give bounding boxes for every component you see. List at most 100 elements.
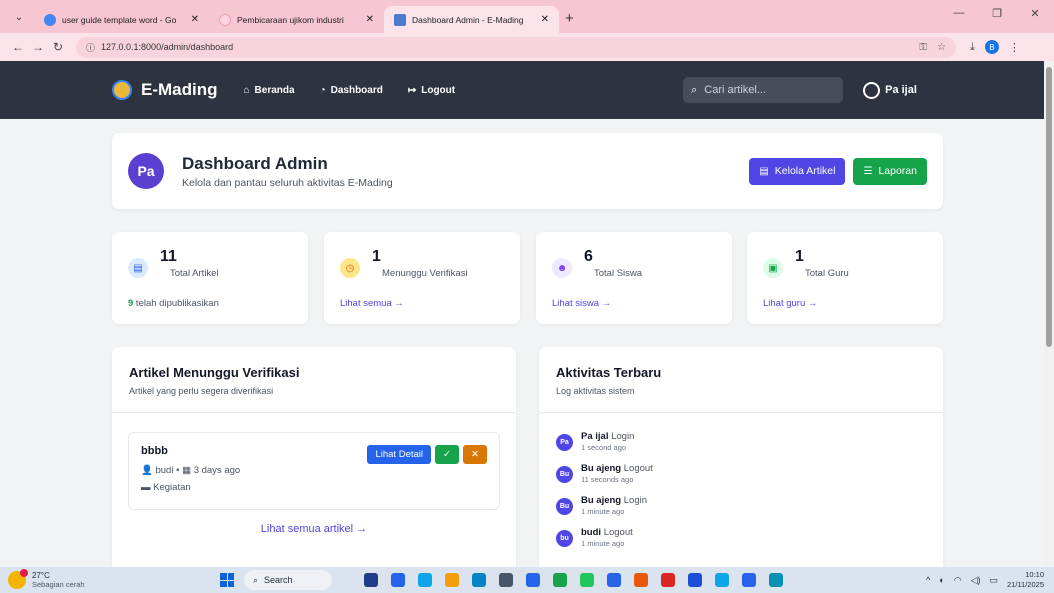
user-icon — [863, 81, 881, 99]
taskbar-app-icon[interactable] — [445, 573, 459, 587]
tab-close-icon[interactable]: ✕ — [366, 14, 374, 25]
user-menu[interactable]: Pa ijal — [863, 81, 917, 99]
system-clock[interactable]: 10:10 21/11/2025 — [1007, 570, 1044, 590]
taskbar-app-icon[interactable] — [553, 573, 567, 587]
weather-widget[interactable]: 27°C Sebagian cerah — [8, 569, 198, 589]
minimize-icon[interactable]: — — [940, 7, 978, 19]
taskbar-app-icon[interactable] — [526, 573, 540, 587]
restore-icon[interactable]: ❐ — [978, 7, 1016, 20]
browser-tab-1[interactable]: user guide template word - Go ✕ — [34, 6, 209, 33]
profile-avatar[interactable]: B — [984, 40, 999, 54]
clock-date: 21/11/2025 — [1007, 580, 1044, 589]
new-tab-button[interactable]: + — [565, 10, 574, 27]
activity-item: Bu Bu ajeng Login 1 minute ago — [556, 495, 926, 516]
reject-button[interactable]: ✕ — [463, 445, 487, 464]
activity-user: Bu ajeng — [581, 495, 622, 506]
taskbar-app-icon[interactable] — [607, 573, 621, 587]
taskbar-app-icon[interactable] — [391, 573, 405, 587]
panel-title: Artikel Menunggu Verifikasi — [129, 365, 300, 380]
taskbar-app-icon[interactable] — [364, 573, 378, 587]
taskbar-app-icon[interactable] — [580, 573, 594, 587]
taskbar-app-icon[interactable] — [742, 573, 756, 587]
tab-close-icon[interactable]: ✕ — [541, 14, 549, 25]
category-label: Kegiatan — [153, 482, 191, 493]
lihat-guru-link[interactable]: Lihat guru → — [763, 298, 817, 309]
browser-tabbar: ⌄ user guide template word - Go ✕ Pembic… — [0, 0, 1054, 33]
tab-title: user guide template word - Go — [62, 14, 177, 25]
stat-card-menunggu: ◷ 1 Menunggu Verifikasi Lihat semua → — [324, 232, 520, 324]
page-scrollbar[interactable] — [1044, 61, 1054, 567]
tab-search-icon[interactable]: ⌄ — [8, 6, 30, 28]
lihat-detail-button[interactable]: Lihat Detail — [367, 445, 431, 464]
stat-value: 6 — [584, 248, 593, 265]
chart-icon: ☰ — [863, 165, 873, 177]
password-key-icon[interactable]: ⚿ — [919, 42, 927, 53]
search-icon: ⌕ — [691, 83, 698, 96]
clock-time: 10:10 — [1025, 570, 1044, 579]
close-window-icon[interactable]: ✕ — [1016, 7, 1054, 20]
user-name: Pa ijal — [885, 84, 917, 96]
volume-icon[interactable]: ◁) — [971, 575, 981, 586]
wifi-icon[interactable]: ◠ — [954, 575, 962, 586]
bookmark-star-icon[interactable]: ☆ — [937, 42, 946, 53]
tab-title: Dashboard Admin - E-Mading — [412, 14, 524, 25]
kelola-artikel-button[interactable]: ▤ Kelola Artikel — [749, 157, 846, 185]
browser-tab-3[interactable]: Dashboard Admin - E-Mading ✕ — [384, 6, 559, 33]
scrollbar-thumb[interactable] — [1046, 67, 1052, 347]
lihat-semua-link[interactable]: Lihat semua → — [340, 298, 404, 309]
newspaper-icon: ▤ — [128, 258, 148, 278]
approve-button[interactable]: ✓ — [435, 445, 459, 464]
users-icon: ☻ — [552, 258, 572, 278]
download-icon[interactable]: ⤓ — [970, 41, 975, 54]
tab-close-icon[interactable]: ✕ — [191, 14, 199, 25]
clock-icon: ◷ — [340, 258, 360, 278]
back-icon[interactable]: ← — [8, 40, 28, 54]
search-input[interactable]: ⌕ Cari artikel... — [683, 77, 844, 103]
lihat-siswa-link[interactable]: Lihat siswa → — [552, 298, 611, 309]
chevron-up-icon[interactable]: ^ — [926, 575, 930, 585]
stat-card-total-siswa: ☻ 6 Total Siswa Lihat siswa → — [536, 232, 732, 324]
address-bar[interactable]: ⓘ 127.0.0.1:8000/admin/dashboard ⚿ ☆ — [76, 36, 956, 58]
battery-icon[interactable]: ▭ — [990, 575, 999, 586]
activity-user: budi — [581, 527, 602, 538]
dashboard-header-card: Pa Dashboard Admin Kelola dan pantau sel… — [112, 133, 943, 209]
button-label: Laporan — [878, 165, 917, 177]
activity-event: Login — [623, 495, 648, 506]
folder-icon: ▬ — [141, 482, 151, 493]
browser-menu-icon[interactable]: ⋮ — [1009, 41, 1020, 54]
taskbar-app-icon[interactable] — [418, 573, 432, 587]
taskbar-app-icon[interactable] — [688, 573, 702, 587]
stat-value: 11 — [160, 248, 177, 265]
forward-icon[interactable]: → — [28, 40, 48, 54]
nav-link-beranda[interactable]: ⌂ Beranda — [244, 85, 295, 96]
avatar: Bu — [556, 498, 573, 515]
site-info-icon[interactable]: ⓘ — [86, 41, 95, 54]
page-viewport: E-Mading ⌂ Beranda ◔ Dashboard ↦ Logout … — [0, 61, 1054, 567]
user-icon: 👤 — [141, 465, 153, 476]
url-text: 127.0.0.1:8000/admin/dashboard — [101, 42, 234, 52]
taskbar-app-icon[interactable] — [661, 573, 675, 587]
nav-link-logout[interactable]: ↦ Logout — [408, 85, 455, 96]
brand-logo-icon — [112, 80, 132, 100]
activity-user: Bu ajeng — [581, 463, 622, 474]
taskbar-search[interactable]: ⌕ Search — [244, 570, 332, 590]
taskbar-apps — [364, 573, 783, 587]
laporan-button[interactable]: ☰ Laporan — [853, 157, 927, 185]
taskbar-app-icon[interactable] — [634, 573, 648, 587]
taskbar-app-icon[interactable] — [769, 573, 783, 587]
activity-item: Pa Pa ijal Login 1 second ago — [556, 431, 926, 452]
brand[interactable]: E-Mading — [112, 80, 218, 100]
copilot-icon[interactable]: ◐ — [939, 575, 944, 585]
avatar: Pa — [128, 153, 164, 189]
browser-tab-2[interactable]: Pembicaraan ujikom industri ✕ — [209, 6, 384, 33]
windows-start-icon[interactable] — [220, 573, 234, 587]
taskbar-search-label: Search — [264, 575, 293, 585]
taskbar-app-icon[interactable] — [715, 573, 729, 587]
stat-card-total-artikel: ▤ 11 Total Artikel 9 telah dipublikasika… — [112, 232, 308, 324]
site-icon — [394, 13, 406, 26]
taskbar-app-icon[interactable] — [472, 573, 486, 587]
taskbar-app-icon[interactable] — [499, 573, 513, 587]
nav-link-dashboard[interactable]: ◔ Dashboard — [320, 85, 383, 96]
reload-icon[interactable]: ↻ — [48, 40, 68, 54]
lihat-semua-artikel-link[interactable]: Lihat semua artikel → — [112, 523, 516, 535]
